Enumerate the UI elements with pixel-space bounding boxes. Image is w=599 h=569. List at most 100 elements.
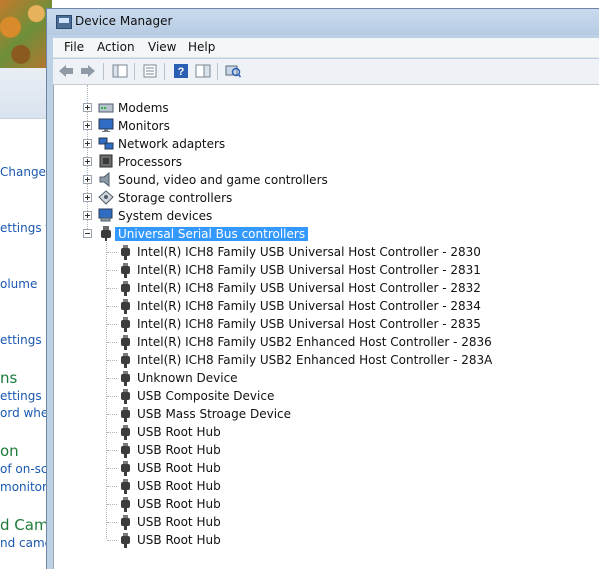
- background-link[interactable]: ettings: [0, 333, 42, 347]
- usb-device-icon: [121, 407, 130, 422]
- usb-device-icon: [121, 515, 130, 530]
- tree-connector: [107, 252, 117, 253]
- usb-device-icon: [121, 281, 130, 296]
- expand-button[interactable]: [83, 121, 92, 130]
- tree-category[interactable]: Sound, video and game controllers: [54, 171, 474, 189]
- tree-category[interactable]: Monitors: [54, 117, 474, 135]
- svg-text:?: ?: [178, 66, 185, 78]
- show-hide-console-tree-icon[interactable]: [112, 64, 128, 78]
- background-heading[interactable]: on: [0, 442, 19, 460]
- scan-hardware-changes-icon[interactable]: [225, 64, 241, 78]
- usb-device-item[interactable]: USB Root Hub: [54, 441, 474, 459]
- toolbar-separator: [164, 63, 165, 80]
- usb-device-item[interactable]: Intel(R) ICH8 Family USB Universal Host …: [54, 297, 481, 315]
- tree-connector: [107, 360, 117, 361]
- usb-device-label: USB Root Hub: [137, 479, 221, 493]
- toolbar: ?: [53, 59, 599, 85]
- expand-button[interactable]: [83, 103, 92, 112]
- background-toolbar: [0, 68, 52, 118]
- title-bar[interactable]: Device Manager: [47, 9, 599, 35]
- usb-device-icon: [121, 533, 130, 548]
- tree-connector: [107, 342, 117, 343]
- system-devices-icon: [98, 208, 113, 222]
- usb-device-item[interactable]: USB Root Hub: [54, 531, 474, 549]
- usb-device-item[interactable]: Intel(R) ICH8 Family USB Universal Host …: [54, 261, 481, 279]
- storage-controller-icon: [98, 190, 114, 205]
- usb-plug-icon: [101, 226, 111, 241]
- tree-category[interactable]: Processors: [54, 153, 474, 171]
- toolbar-separator: [217, 63, 218, 80]
- tree-category[interactable]: Network adapters: [54, 135, 474, 153]
- usb-device-item[interactable]: Intel(R) ICH8 Family USB Universal Host …: [54, 315, 481, 333]
- background-link[interactable]: ettings: [0, 389, 42, 403]
- usb-device-icon: [121, 245, 130, 260]
- tree-category[interactable]: Storage controllers: [54, 189, 474, 207]
- usb-device-icon: [121, 497, 130, 512]
- usb-device-item[interactable]: Intel(R) ICH8 Family USB2 Enhanced Host …: [54, 351, 492, 369]
- tree-connector: [107, 396, 117, 397]
- tree-category-usb[interactable]: Universal Serial Bus controllers: [54, 225, 474, 243]
- toolbar-separator: [103, 63, 104, 80]
- usb-device-item[interactable]: USB Mass Stroage Device: [54, 405, 474, 423]
- back-icon[interactable]: [58, 64, 74, 78]
- usb-device-item[interactable]: USB Root Hub: [54, 477, 474, 495]
- modem-icon: [98, 103, 114, 113]
- tree-connector: [107, 540, 117, 541]
- speaker-icon: [99, 172, 110, 187]
- expand-button[interactable]: [83, 193, 92, 202]
- tree-category[interactable]: Modems: [54, 99, 474, 117]
- usb-device-label: USB Root Hub: [137, 533, 221, 547]
- expand-button[interactable]: [83, 175, 92, 184]
- tree-category[interactable]: System devices: [54, 207, 474, 225]
- tree-category-label: Monitors: [118, 119, 170, 133]
- tree-connector: [107, 522, 117, 523]
- usb-device-item[interactable]: USB Root Hub: [54, 423, 474, 441]
- toolbar-separator: [134, 63, 135, 80]
- usb-device-icon: [121, 425, 130, 440]
- network-adapter-icon: [98, 137, 114, 150]
- tree-category-label: Sound, video and game controllers: [118, 173, 328, 187]
- background-link[interactable]: Change: [0, 165, 46, 179]
- tree-category-label: Network adapters: [118, 137, 226, 151]
- menu-view[interactable]: View: [148, 40, 176, 54]
- usb-device-item[interactable]: Unknown Device: [54, 369, 474, 387]
- menu-bar: File Action View Help: [53, 38, 599, 58]
- tree-connector: [107, 270, 117, 271]
- menu-help[interactable]: Help: [188, 40, 215, 54]
- usb-device-item[interactable]: USB Root Hub: [54, 459, 474, 477]
- expand-button[interactable]: [83, 157, 92, 166]
- background-heading[interactable]: ns: [0, 369, 17, 387]
- tree-connector: [107, 504, 117, 505]
- background-link[interactable]: ord when: [0, 406, 52, 420]
- expand-button[interactable]: [83, 211, 92, 220]
- divider: [0, 118, 52, 119]
- background-link[interactable]: monitor fo: [0, 480, 52, 494]
- collapse-button[interactable]: [83, 229, 92, 238]
- expand-button[interactable]: [83, 139, 92, 148]
- usb-device-label: Intel(R) ICH8 Family USB Universal Host …: [137, 263, 481, 277]
- background-link[interactable]: of on-scre: [0, 462, 52, 476]
- background-link[interactable]: ettings f: [0, 221, 50, 235]
- help-icon[interactable]: ?: [173, 64, 189, 78]
- usb-device-icon: [121, 461, 130, 476]
- menu-file[interactable]: File: [64, 40, 84, 54]
- properties-icon[interactable]: [142, 64, 158, 78]
- usb-device-item[interactable]: USB Root Hub: [54, 495, 474, 513]
- action-pane-icon[interactable]: [195, 64, 211, 78]
- forward-icon[interactable]: [80, 64, 96, 78]
- usb-device-label: Unknown Device: [137, 371, 238, 385]
- usb-device-icon: [121, 371, 130, 386]
- usb-device-label: Intel(R) ICH8 Family USB Universal Host …: [137, 281, 481, 295]
- usb-device-item[interactable]: Intel(R) ICH8 Family USB Universal Host …: [54, 243, 481, 261]
- background-link[interactable]: olume: [0, 277, 37, 291]
- monitor-icon: [98, 118, 114, 132]
- usb-device-item[interactable]: USB Root Hub: [54, 513, 474, 531]
- usb-device-item[interactable]: Intel(R) ICH8 Family USB2 Enhanced Host …: [54, 333, 492, 351]
- usb-device-item[interactable]: Intel(R) ICH8 Family USB Universal Host …: [54, 279, 481, 297]
- background-heading[interactable]: d Came: [0, 516, 52, 534]
- usb-device-item[interactable]: USB Composite Device: [54, 387, 474, 405]
- background-link[interactable]: nd camer: [0, 536, 52, 550]
- usb-device-label: Intel(R) ICH8 Family USB Universal Host …: [137, 299, 481, 313]
- menu-action[interactable]: Action: [97, 40, 135, 54]
- usb-device-icon: [121, 389, 130, 404]
